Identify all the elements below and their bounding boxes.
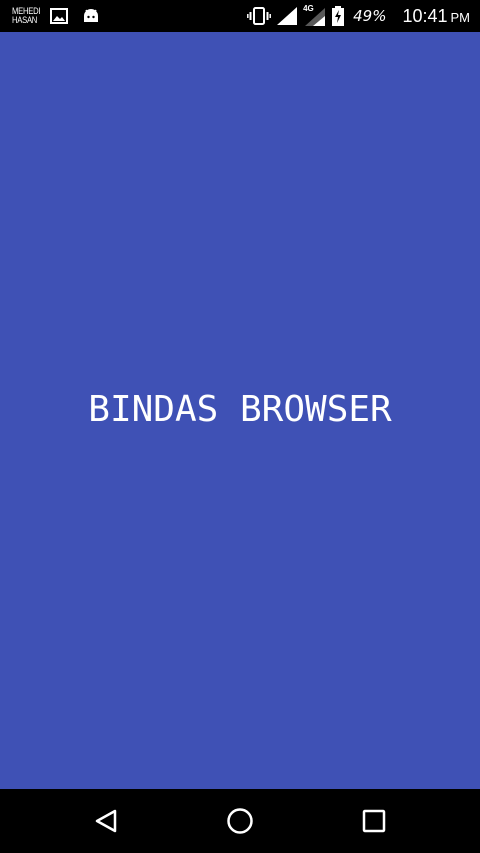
battery-percentage: 49% (353, 7, 387, 25)
system-status-area: 4G 49% 10:41 PM (247, 4, 470, 28)
clock-ampm: PM (450, 9, 471, 25)
back-button[interactable] (86, 801, 126, 841)
app-title: BINDAS BROWSER (88, 389, 392, 430)
splash-screen: BINDAS BROWSER (0, 32, 480, 789)
android-icon (82, 8, 100, 24)
recents-button[interactable] (354, 801, 394, 841)
clock-time: 10:41 (402, 5, 448, 26)
back-icon (95, 809, 117, 833)
vibrate-icon (247, 7, 272, 25)
recents-icon (362, 809, 386, 833)
signal-icon (277, 7, 298, 25)
navigation-bar (0, 789, 480, 853)
battery-charging-icon (331, 6, 345, 26)
notification-area: MEHEDI HASAN (12, 4, 100, 28)
home-icon (227, 808, 253, 834)
brand-line-2: HASAN (12, 15, 38, 25)
notification-brand-label: MEHEDI HASAN (12, 7, 40, 25)
clock: 10:41 PM (402, 6, 470, 27)
status-bar: MEHEDI HASAN 4G 49% 10:41 PM (0, 0, 480, 32)
network-type-label: 4G (303, 4, 314, 13)
home-button[interactable] (220, 801, 260, 841)
network-4g-icon: 4G (303, 4, 326, 26)
gallery-icon (50, 8, 68, 24)
